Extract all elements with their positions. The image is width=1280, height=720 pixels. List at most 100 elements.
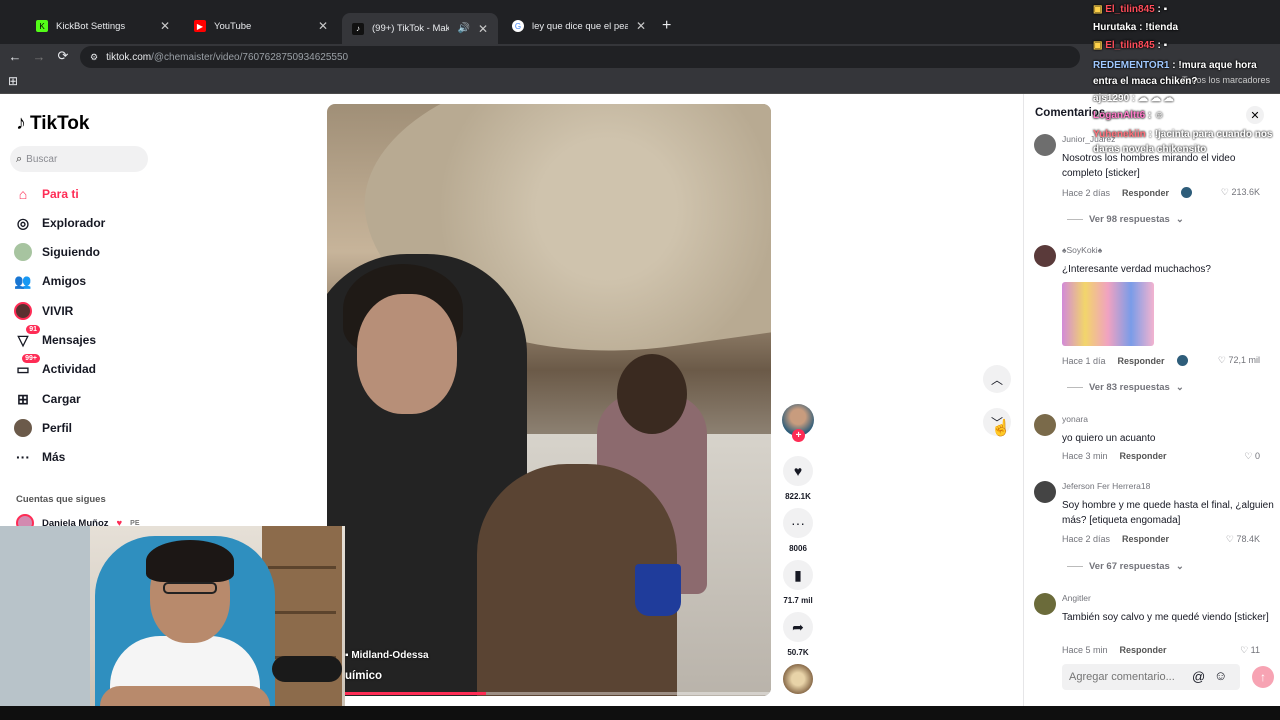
share-button[interactable]: ➦ 50.7K bbox=[779, 612, 817, 657]
comment-icon: ··· bbox=[783, 508, 813, 538]
send-icon[interactable]: ↑ bbox=[1252, 666, 1274, 688]
reply-button[interactable]: Responder bbox=[1122, 188, 1169, 198]
apps-grid-icon[interactable]: ⊞ bbox=[8, 74, 18, 88]
sidebar-item-label: Perfil bbox=[42, 421, 73, 435]
view-replies-button[interactable]: Ver 67 respuestas ⌄ bbox=[1067, 561, 1184, 572]
sidebar-item-perfil[interactable]: Perfil bbox=[14, 417, 72, 439]
reply-button[interactable]: Responder bbox=[1120, 645, 1167, 655]
comment-like-button[interactable]: ♡ 78.4K bbox=[1226, 534, 1260, 545]
comment-like-count: 213.6K bbox=[1231, 187, 1260, 197]
video-location-tag[interactable]: ▪ Midland-Odessa bbox=[345, 650, 429, 661]
comment-user[interactable]: yonara bbox=[1062, 414, 1088, 424]
view-replies-button[interactable]: Ver 98 respuestas ⌄ bbox=[1067, 214, 1184, 225]
avatar[interactable] bbox=[1034, 245, 1056, 267]
search-input[interactable]: ⌕ Buscar bbox=[10, 146, 148, 172]
site-info-icon[interactable]: ⚙ bbox=[90, 52, 98, 63]
chat-user: Hurutaka bbox=[1093, 22, 1137, 33]
comment-user[interactable]: Jeferson Fer Herrera18 bbox=[1062, 481, 1150, 491]
chat-message: LoganAltt6 : ☺ bbox=[1093, 110, 1165, 121]
emoji-icon[interactable]: ☺ bbox=[1214, 668, 1227, 683]
google-favicon-icon: G bbox=[512, 20, 524, 32]
youtube-favicon-icon: ▶ bbox=[194, 20, 206, 32]
previous-video-button[interactable]: ︿ bbox=[983, 365, 1011, 393]
comment-meta: Hace 2 días Responder bbox=[1062, 187, 1193, 198]
sidebar-item-actividad[interactable]: ▭ 99+ Actividad bbox=[14, 354, 97, 380]
comment-text: También soy calvo y me quedé viendo [sti… bbox=[1062, 612, 1269, 623]
follow-plus-icon[interactable]: + bbox=[792, 429, 805, 442]
divider bbox=[1067, 566, 1083, 567]
chat-message: ajs1290 : ☁ ☁ ☁ bbox=[1093, 93, 1174, 104]
sidebar-item-para-ti[interactable]: ⌂ Para ti bbox=[14, 183, 79, 205]
comment-user[interactable]: ♠SoyKoki♠ bbox=[1062, 245, 1102, 255]
video-girl-head bbox=[617, 354, 687, 434]
comment-like-button[interactable]: ♡ 0 bbox=[1244, 451, 1260, 462]
tab-title: (99+) TikTok - Make Your D... bbox=[372, 23, 450, 34]
close-icon[interactable]: ✕ bbox=[636, 19, 646, 33]
search-icon: ⌕ bbox=[16, 152, 23, 165]
chat-message: ▣ El_tilin845 : ▪ bbox=[1093, 4, 1168, 15]
save-button[interactable]: ▮ 71.7 mil bbox=[779, 560, 817, 605]
tab-title: YouTube bbox=[214, 20, 252, 32]
like-button[interactable]: ♥ 822.1K bbox=[779, 456, 817, 501]
close-icon[interactable]: ✕ bbox=[160, 19, 170, 33]
sidebar-item-siguiendo[interactable]: Siguiendo bbox=[14, 241, 100, 263]
video-location: Midland-Odessa bbox=[351, 650, 429, 661]
tab-title: KickBot Settings bbox=[56, 20, 126, 32]
sidebar-item-amigos[interactable]: 👥 Amigos bbox=[14, 270, 86, 292]
tab-kickbot[interactable]: K KickBot Settings ✕ bbox=[26, 12, 180, 40]
more-icon: ··· bbox=[16, 449, 30, 465]
sidebar-item-cargar[interactable]: ⊞ Cargar bbox=[14, 388, 81, 410]
comment-like-button[interactable]: ♡ 11 bbox=[1240, 645, 1260, 656]
sidebar-item-mas[interactable]: ··· Más bbox=[14, 446, 65, 468]
microphone-icon bbox=[272, 656, 342, 682]
music-disc-button[interactable] bbox=[779, 664, 817, 694]
comment-like-button[interactable]: ♡ 72,1 mil bbox=[1218, 355, 1260, 366]
webcam-person-hair bbox=[146, 540, 234, 582]
tab-youtube[interactable]: ▶ YouTube ✕ bbox=[184, 12, 338, 40]
video-progress-bar[interactable] bbox=[345, 692, 771, 695]
back-icon[interactable]: ← bbox=[6, 47, 24, 65]
heart-outline-icon: ♡ bbox=[1240, 645, 1249, 655]
video-player[interactable] bbox=[327, 104, 771, 696]
tab-tiktok[interactable]: ♪ (99+) TikTok - Make Your D... 🔊 ✕ bbox=[342, 13, 498, 44]
reply-button[interactable]: Responder bbox=[1122, 534, 1169, 544]
comment-user[interactable]: Angitler bbox=[1062, 593, 1091, 603]
comment-item: yonara yo quiero un acuanto Hace 3 min R… bbox=[1034, 414, 1274, 464]
sidebar-item-explorador[interactable]: ◎ Explorador bbox=[14, 212, 105, 234]
close-icon[interactable]: ✕ bbox=[318, 19, 328, 33]
comment-item: ♠SoyKoki♠ ¿Interesante verdad muchachos?… bbox=[1034, 245, 1274, 395]
stream-chat-overlay: ▣ El_tilin845 : ▪ Hurutaka : !tienda ▣ E… bbox=[1093, 0, 1280, 160]
creator-avatar-button[interactable]: + bbox=[779, 404, 817, 442]
reload-icon[interactable]: ⟳ bbox=[54, 47, 72, 65]
sidebar-item-vivir[interactable]: VIVIR bbox=[14, 300, 73, 322]
reply-button[interactable]: Responder bbox=[1118, 356, 1165, 366]
view-replies-label: Ver 98 respuestas bbox=[1089, 214, 1170, 225]
sidebar-item-mensajes[interactable]: ▽ 91 Mensajes bbox=[14, 325, 97, 351]
avatar[interactable] bbox=[1034, 134, 1056, 156]
sidebar-item-label: Mensajes bbox=[42, 333, 97, 347]
forward-icon[interactable]: → bbox=[30, 47, 48, 65]
comment-like-button[interactable]: ♡ 213.6K bbox=[1221, 187, 1260, 198]
emote-icon: ▪ bbox=[1163, 40, 1168, 51]
message-icon: ▽ 91 bbox=[14, 325, 40, 349]
new-tab-icon[interactable]: + bbox=[662, 17, 671, 35]
avatar[interactable] bbox=[1034, 414, 1056, 436]
avatar[interactable] bbox=[1034, 593, 1056, 615]
save-count: 71.7 mil bbox=[783, 596, 813, 605]
reply-button[interactable]: Responder bbox=[1120, 451, 1167, 461]
url-field[interactable]: ⚙ tiktok.com/@chemaister/video/760762875… bbox=[80, 46, 1080, 68]
tab-google[interactable]: G ley que dice que el peaton tien... ✕ bbox=[502, 12, 656, 40]
view-replies-button[interactable]: Ver 83 respuestas ⌄ bbox=[1067, 382, 1184, 393]
comment-time: Hace 5 min bbox=[1062, 645, 1108, 655]
avatar: + bbox=[782, 404, 814, 442]
chat-message: Hurutaka : !tienda bbox=[1093, 22, 1179, 33]
speaker-icon[interactable]: 🔊 bbox=[457, 23, 469, 34]
tiktok-logo[interactable]: ♪ TikTok bbox=[16, 112, 89, 135]
close-icon[interactable]: ✕ bbox=[478, 22, 488, 36]
heart-outline-icon: ♡ bbox=[1217, 355, 1226, 365]
tiktok-favicon-icon: ♪ bbox=[352, 22, 364, 35]
avatar[interactable] bbox=[1034, 481, 1056, 503]
comment-button[interactable]: ··· 8006 bbox=[779, 508, 817, 553]
mention-icon[interactable]: @ bbox=[1192, 669, 1205, 684]
sidebar-item-label: Actividad bbox=[42, 362, 97, 376]
